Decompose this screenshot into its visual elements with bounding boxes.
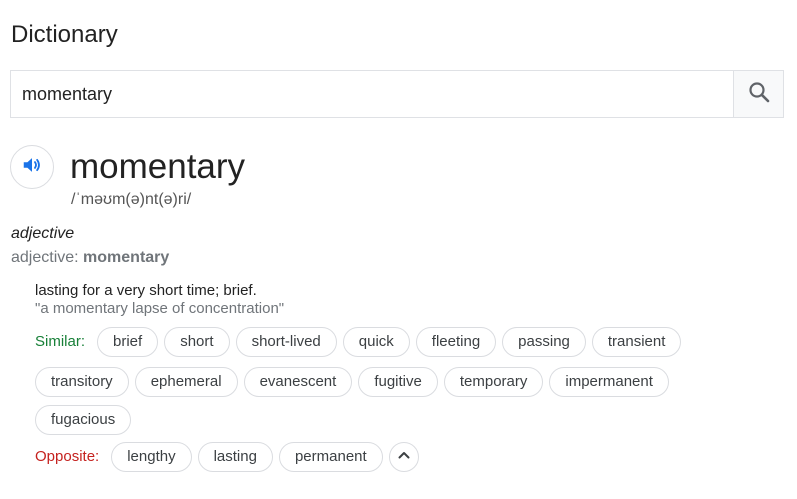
similar-chip[interactable]: passing (502, 327, 586, 357)
pronunciation-audio-button[interactable] (10, 145, 54, 189)
search-button[interactable] (733, 71, 783, 117)
headword: momentary (70, 147, 246, 186)
search-icon (747, 80, 771, 109)
similar-row-2: transitory ephemeral evanescent fugitive… (35, 367, 669, 397)
opposite-chip[interactable]: lengthy (111, 442, 192, 472)
similar-chip[interactable]: fleeting (415, 327, 497, 357)
speaker-icon (21, 154, 43, 181)
page-title: Dictionary (11, 21, 118, 48)
similar-chip[interactable]: ephemeral (134, 367, 238, 397)
word-form-word: momentary (83, 249, 170, 266)
similar-chip[interactable]: evanescent (243, 367, 353, 397)
similar-chip[interactable]: impermanent (549, 367, 669, 397)
opposite-chip[interactable]: lasting (197, 442, 273, 472)
example-sentence: "a momentary lapse of concentration" (35, 300, 285, 317)
search-box (10, 70, 784, 118)
search-input[interactable] (11, 71, 733, 117)
similar-chip[interactable]: quick (342, 327, 410, 357)
definition-text: lasting for a very short time; brief. (35, 282, 257, 299)
similar-chip[interactable]: transitory (35, 367, 129, 397)
similar-chip[interactable]: fugacious (35, 405, 132, 435)
collapse-button[interactable] (388, 442, 419, 472)
similar-chip[interactable]: short-lived (235, 327, 337, 357)
opposite-row: Opposite: lengthy lasting permanent (35, 442, 419, 472)
dictionary-page: Dictionary momentary /ˈməʊm(ə)nt(ə)ri/ a… (0, 0, 797, 499)
similar-chip[interactable]: transient (591, 327, 682, 357)
similar-chip[interactable]: short (164, 327, 230, 357)
chevron-up-icon (397, 448, 411, 467)
part-of-speech: adjective (11, 225, 75, 242)
pronunciation-text: /ˈməʊm(ə)nt(ə)ri/ (71, 191, 192, 208)
similar-chip[interactable]: temporary (443, 367, 544, 397)
word-form-prefix: adjective: (11, 249, 84, 266)
similar-row-1: Similar: brief short short-lived quick f… (35, 327, 682, 357)
opposite-chip[interactable]: permanent (278, 442, 383, 472)
similar-chip[interactable]: fugitive (358, 367, 438, 397)
opposite-label: Opposite: (35, 448, 100, 465)
similar-row-3: fugacious (35, 405, 132, 435)
similar-chip[interactable]: brief (97, 327, 159, 357)
word-form-line: adjective: momentary (11, 248, 169, 268)
similar-label: Similar: (35, 333, 86, 350)
